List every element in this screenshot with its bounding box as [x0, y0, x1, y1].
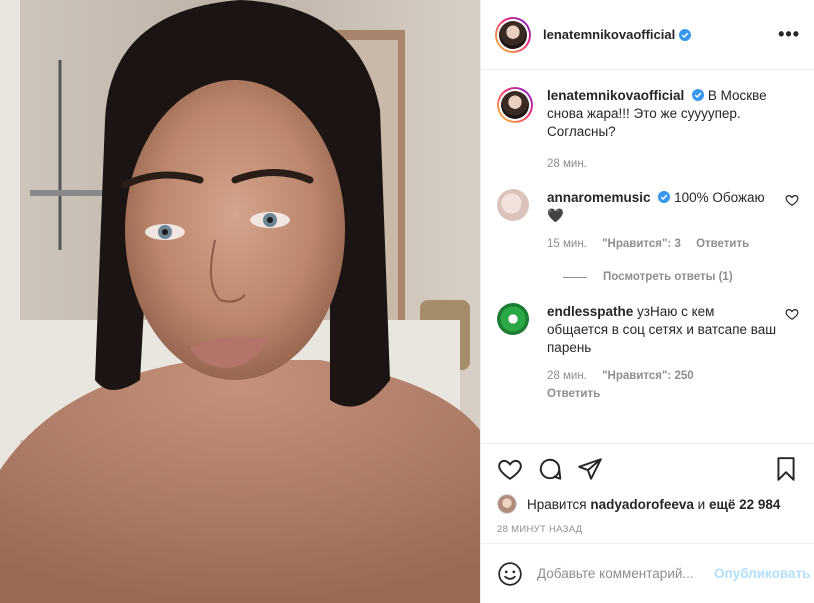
- likes-prefix: Нравится: [527, 496, 587, 512]
- more-icon[interactable]: •••: [778, 24, 800, 45]
- post-header: lenatemnikovaofficial •••: [481, 0, 814, 70]
- post-photo[interactable]: [0, 0, 480, 603]
- emoji-icon[interactable]: [497, 561, 523, 587]
- commenter-avatar[interactable]: [497, 189, 529, 221]
- comment-likes[interactable]: "Нравится": 250: [602, 370, 694, 382]
- likes-middle: и: [697, 496, 706, 512]
- author-avatar[interactable]: [495, 16, 531, 53]
- heart-icon[interactable]: [785, 193, 799, 207]
- commenter-avatar[interactable]: [497, 303, 529, 335]
- author-username[interactable]: lenatemnikovaofficial: [543, 27, 675, 42]
- post-actions: Нравится nadyadorofeeva и ещё 22 984 28 …: [481, 443, 814, 535]
- likes-summary: Нравится nadyadorofeeva и ещё 22 984: [497, 494, 799, 514]
- comment-icon[interactable]: [537, 456, 563, 482]
- post-photo-image: [0, 0, 480, 603]
- comment-time[interactable]: 15 мин.: [547, 238, 587, 250]
- commenter-username[interactable]: annaromemusic: [547, 190, 651, 205]
- comment-input[interactable]: [537, 566, 714, 581]
- verified-icon: [658, 191, 671, 203]
- post-time[interactable]: 28 МИНУТ НАЗАД: [497, 524, 799, 535]
- caption-username[interactable]: lenatemnikovaofficial: [547, 88, 684, 103]
- view-replies-label: Посмотреть ответы (1): [603, 271, 733, 283]
- heart-icon[interactable]: [497, 456, 523, 482]
- reply-button[interactable]: Ответить: [547, 388, 600, 400]
- view-replies-button[interactable]: Посмотреть ответы (1): [563, 271, 799, 283]
- liker-avatar[interactable]: [497, 494, 517, 514]
- divider-line: [563, 276, 587, 278]
- caption: lenatemnikovaofficial В Москве снова жар…: [497, 87, 799, 173]
- post-side-panel: lenatemnikovaofficial ••• lenatemnikovao…: [480, 0, 814, 603]
- verified-icon: [692, 89, 705, 101]
- liker-username[interactable]: nadyadorofeeva: [590, 497, 694, 512]
- bookmark-icon[interactable]: [773, 456, 799, 482]
- caption-time[interactable]: 28 мин.: [547, 158, 587, 170]
- comment-time[interactable]: 28 мин.: [547, 370, 587, 382]
- publish-button[interactable]: Опубликовать: [714, 566, 810, 581]
- comments-list: lenatemnikovaofficial В Москве снова жар…: [481, 71, 814, 443]
- heart-icon[interactable]: [785, 307, 799, 321]
- likes-count[interactable]: ещё 22 984: [709, 497, 780, 512]
- comment-item: endlesspathe узНаю с кем общается в соц …: [497, 303, 799, 403]
- add-comment-bar: Опубликовать: [481, 543, 814, 603]
- caption-avatar[interactable]: [497, 87, 533, 123]
- commenter-username[interactable]: endlesspathe: [547, 304, 633, 319]
- comment-item: annaromemusic 100% Обожаю🖤 15 мин. "Нрав…: [497, 189, 799, 253]
- verified-icon: [679, 28, 692, 41]
- comment-likes[interactable]: "Нравится": 3: [602, 238, 681, 250]
- reply-button[interactable]: Ответить: [696, 238, 749, 250]
- share-icon[interactable]: [577, 456, 603, 482]
